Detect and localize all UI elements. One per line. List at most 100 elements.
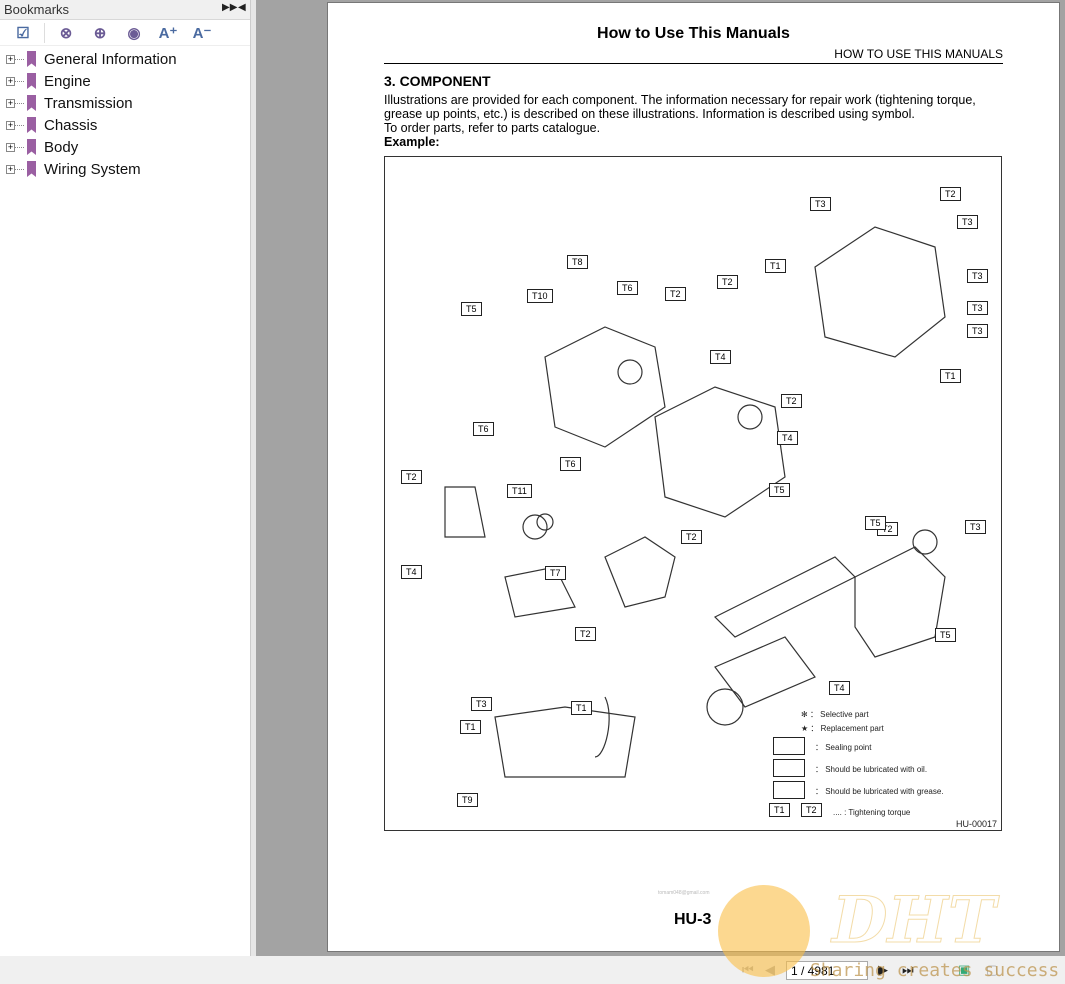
bookmark-icon <box>27 73 36 89</box>
torque-label: T2 <box>781 394 802 408</box>
dht-logo-watermark: DHT <box>832 883 997 959</box>
torque-label: T1 <box>765 259 786 273</box>
torque-label: T2 <box>940 187 961 201</box>
case-right <box>654 386 786 518</box>
legend-grease: ： Should be lubricated with grease. <box>815 787 944 796</box>
component-diagram: T3 T2 T3 T1 T3 T3 T3 T1 T8 T10 T5 T6 T2 T2 T4 T2 T4 T5 T6 T… <box>384 156 1002 831</box>
expand-panel-icon[interactable]: ▶▶ <box>222 2 237 13</box>
torque-label: T4 <box>401 565 422 579</box>
legend-selective: ✻ ： Selective part <box>801 710 869 719</box>
torque-label: T6 <box>617 281 638 295</box>
torque-label: T11 <box>507 484 532 498</box>
torque-label: T5 <box>461 302 482 316</box>
delete-bookmark-icon[interactable]: ⊗ <box>49 22 83 44</box>
torque-label: T1 <box>460 720 481 734</box>
extension-housing <box>814 226 946 358</box>
torque-label: T1 <box>571 701 592 715</box>
bookmark-item[interactable]: + Chassis <box>0 114 250 136</box>
panel-splitter[interactable] <box>251 0 256 956</box>
torque-label: T5 <box>865 516 886 530</box>
torque-label: T2 <box>717 275 738 289</box>
expand-icon[interactable]: + <box>6 120 15 130</box>
pump <box>604 536 676 608</box>
torque-label: T4 <box>829 681 850 695</box>
divider <box>44 22 45 43</box>
legend-t2: T2 <box>801 803 822 817</box>
arrow-watermark-icon <box>718 885 810 977</box>
bookmark-item[interactable]: + General Information <box>0 48 250 70</box>
bookmark-icon <box>27 161 36 177</box>
bookmark-label: Transmission <box>44 94 133 112</box>
sealing-point-icon <box>773 737 805 755</box>
header-rule <box>384 63 1003 64</box>
bookmarks-toolbar: ☑ ⊗ ⊕ ◉ A⁺ A⁻ <box>0 20 250 46</box>
pdf-page: How to Use This Manuals HOW TO USE THIS … <box>327 2 1060 952</box>
bookmark-tree: + General Information + Engine + Transmission… <box>0 46 250 180</box>
bookmarks-header: Bookmarks ▶▶ ◀ <box>0 0 250 20</box>
email-watermark: tomam048@gmail.com <box>658 890 710 896</box>
torque-label: T2 <box>575 627 596 641</box>
grease-icon <box>773 781 805 799</box>
expand-icon[interactable]: + <box>6 164 15 174</box>
torque-label: T5 <box>769 483 790 497</box>
add-bookmark-icon[interactable]: ⊕ <box>83 22 117 44</box>
expand-icon[interactable]: + <box>6 76 15 86</box>
bookmark-label: General Information <box>44 50 177 68</box>
tree-line <box>15 58 24 60</box>
torque-label: T7 <box>545 566 566 580</box>
section-heading: 3. COMPONENT <box>384 73 491 89</box>
bookmark-item[interactable]: + Wiring System <box>0 158 250 180</box>
torque-label: T6 <box>560 457 581 471</box>
drive-pinion <box>714 636 816 708</box>
rear-housing <box>854 546 946 658</box>
bookmark-icon <box>27 51 36 67</box>
bookmarks-panel: Bookmarks ▶▶ ◀ ☑ ⊗ ⊕ ◉ A⁺ A⁻ + General In… <box>0 0 251 956</box>
expand-icon[interactable]: + <box>6 98 15 108</box>
torque-label: T2 <box>681 530 702 544</box>
bookmark-label: Body <box>44 138 79 156</box>
legend-oil: ： Should be lubricated with oil. <box>815 765 928 774</box>
bookmarks-title: Bookmarks <box>4 2 70 17</box>
increase-font-icon[interactable]: A⁺ <box>151 22 185 44</box>
decrease-font-icon[interactable]: A⁻ <box>185 22 219 44</box>
page-id: HU-3 <box>674 911 712 928</box>
torque-label: T3 <box>471 697 492 711</box>
legend-replacement: ★ ： Replacement part <box>801 724 884 733</box>
torque-label: T3 <box>967 269 988 283</box>
paragraph: To order parts, refer to parts catalogue… <box>384 121 601 135</box>
torque-label: T3 <box>965 520 986 534</box>
torque-label: T2 <box>401 470 422 484</box>
expand-icon[interactable]: + <box>6 54 15 64</box>
torque-label: T8 <box>567 255 588 269</box>
page-title: How to Use This Manuals <box>597 25 790 42</box>
torque-label: T10 <box>527 289 553 303</box>
expand-icon[interactable]: + <box>6 142 15 152</box>
case-left <box>544 326 666 448</box>
legend-text: ： Replacement part <box>810 724 884 733</box>
bookmark-item[interactable]: + Transmission <box>0 92 250 114</box>
legend-text: ： Selective part <box>809 710 869 719</box>
torque-label: T3 <box>810 197 831 211</box>
goto-bookmark-icon[interactable]: ◉ <box>117 22 151 44</box>
bookmark-options-icon[interactable]: ☑ <box>6 22 40 44</box>
oil-pan <box>494 706 636 778</box>
torque-label: T3 <box>967 324 988 338</box>
torque-label: T5 <box>935 628 956 642</box>
slogan-watermark: Sharing creates success <box>810 960 1060 981</box>
tree-line <box>15 168 24 170</box>
collapse-panel-icon[interactable]: ◀ <box>238 2 246 13</box>
oil-icon <box>773 759 805 777</box>
tree-line <box>15 124 24 126</box>
bookmark-label: Chassis <box>44 116 98 134</box>
legend-t1: T1 <box>769 803 790 817</box>
bookmark-label: Engine <box>44 72 91 90</box>
bookmark-item[interactable]: + Body <box>0 136 250 158</box>
dipstick <box>594 696 610 758</box>
tree-line <box>15 102 24 104</box>
torque-label: T9 <box>457 793 478 807</box>
torque-label: T6 <box>473 422 494 436</box>
bookmark-item[interactable]: + Engine <box>0 70 250 92</box>
tree-line <box>15 146 24 148</box>
example-label: Example: <box>384 135 440 149</box>
paragraph: Illustrations are provided for each comp… <box>384 93 976 121</box>
